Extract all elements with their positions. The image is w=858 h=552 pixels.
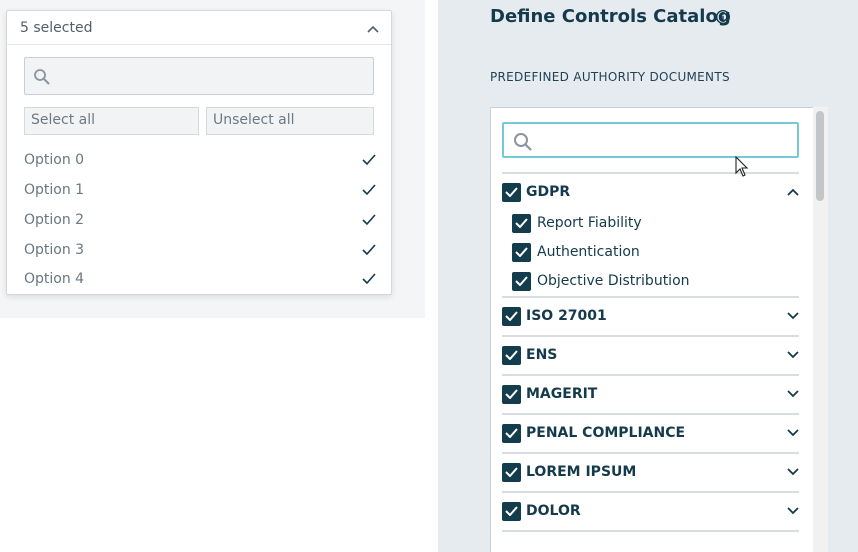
group-iso-27001[interactable]: ISO 27001 [502, 305, 799, 327]
subitem-report-fiability[interactable]: Report Fiability [512, 212, 797, 234]
info-icon[interactable] [715, 9, 731, 25]
dropdown-search-input[interactable] [24, 57, 374, 95]
group-lorem-ipsum[interactable]: LOREM IPSUM [502, 461, 799, 483]
documents-search-input[interactable] [502, 122, 799, 158]
unselect-all-button[interactable]: Unselect all [206, 107, 374, 135]
group-label: ISO 27001 [526, 308, 607, 324]
search-icon [34, 69, 50, 85]
multiselect-dropdown: 5 selected Select all Unselect all Optio… [6, 10, 392, 295]
group-label: GDPR [526, 184, 571, 200]
search-icon [514, 133, 532, 151]
chevron-down-icon[interactable] [787, 390, 799, 398]
checkbox-checked-icon[interactable] [502, 345, 521, 365]
group-ens[interactable]: ENS [502, 344, 799, 366]
chevron-down-icon[interactable] [787, 351, 799, 359]
checkbox-checked-icon[interactable] [512, 271, 531, 291]
page-title: Define Controls Catalog [490, 6, 731, 27]
divider [502, 296, 799, 298]
group-penal-compliance[interactable]: PENAL COMPLIANCE [502, 422, 799, 444]
chevron-up-icon[interactable] [367, 18, 379, 37]
group-label: LOREM IPSUM [526, 464, 637, 480]
option-item[interactable]: Option 2 [24, 209, 376, 231]
option-item[interactable]: Option 0 [24, 149, 376, 171]
group-label: MAGERIT [526, 386, 598, 402]
group-label: ENS [526, 347, 558, 363]
chevron-up-icon[interactable] [787, 188, 799, 196]
divider [502, 413, 799, 415]
subitem-authentication[interactable]: Authentication [512, 241, 797, 263]
checkbox-checked-icon[interactable] [502, 384, 521, 404]
select-all-button[interactable]: Select all [24, 107, 199, 135]
scrollbar-thumb[interactable] [816, 111, 824, 201]
subitem-label: Objective Distribution [537, 273, 690, 289]
group-label: DOLOR [526, 503, 581, 519]
dropdown-header[interactable]: 5 selected [7, 11, 391, 45]
checkbox-checked-icon[interactable] [502, 501, 521, 521]
checkbox-checked-icon[interactable] [512, 242, 531, 262]
subitem-label: Authentication [537, 244, 640, 260]
check-icon [362, 154, 376, 166]
option-label: Option 0 [24, 152, 85, 168]
section-label: PREDEFINED AUTHORITY DOCUMENTS [490, 70, 730, 84]
option-label: Option 3 [24, 242, 85, 258]
checkbox-checked-icon[interactable] [502, 423, 521, 443]
option-label: Option 1 [24, 182, 85, 198]
check-icon [362, 184, 376, 196]
checkbox-checked-icon[interactable] [502, 306, 521, 326]
option-item[interactable]: Option 3 [24, 239, 376, 261]
mouse-cursor-icon [735, 156, 749, 177]
option-item[interactable]: Option 4 [24, 268, 376, 290]
chevron-down-icon[interactable] [787, 507, 799, 515]
option-label: Option 4 [24, 271, 85, 287]
subitem-label: Report Fiability [537, 215, 642, 231]
subitem-objective-distribution[interactable]: Objective Distribution [512, 270, 797, 292]
group-magerit[interactable]: MAGERIT [502, 383, 799, 405]
checkbox-checked-icon[interactable] [512, 213, 531, 233]
option-label: Option 2 [24, 212, 85, 228]
divider [502, 491, 799, 493]
group-dolor[interactable]: DOLOR [502, 500, 799, 522]
option-item[interactable]: Option 1 [24, 179, 376, 201]
group-gdpr[interactable]: GDPR [502, 181, 799, 203]
checkbox-checked-icon[interactable] [502, 182, 521, 202]
divider [502, 452, 799, 454]
check-icon [362, 244, 376, 256]
check-icon [362, 214, 376, 226]
chevron-down-icon[interactable] [787, 468, 799, 476]
group-label: PENAL COMPLIANCE [526, 425, 686, 441]
divider [502, 335, 799, 337]
chevron-down-icon[interactable] [787, 429, 799, 437]
dropdown-selected-value: 5 selected [20, 19, 93, 36]
check-icon [362, 273, 376, 285]
chevron-down-icon[interactable] [787, 312, 799, 320]
checkbox-checked-icon[interactable] [502, 462, 521, 482]
divider [502, 530, 799, 532]
divider [502, 172, 799, 174]
divider [502, 374, 799, 376]
